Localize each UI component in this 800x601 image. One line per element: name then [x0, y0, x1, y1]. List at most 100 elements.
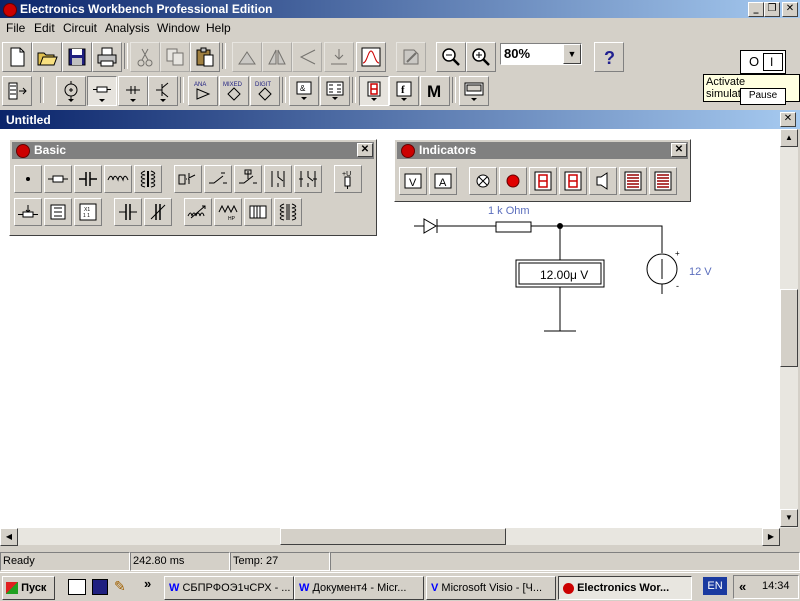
scroll-left-icon[interactable]: ◀ — [0, 528, 18, 546]
red-probe-icon[interactable] — [499, 167, 527, 195]
pull-up-resistor-icon[interactable]: +U — [334, 165, 362, 193]
ammeter-icon[interactable]: A — [429, 167, 457, 195]
open-icon[interactable] — [32, 42, 62, 72]
scroll-down-icon[interactable]: ▼ — [780, 509, 798, 527]
task-button-visio[interactable]: V Microsoft Visio - [Ч... — [426, 576, 556, 600]
seven-segment-display-icon[interactable] — [529, 167, 557, 195]
connector-node[interactable] — [557, 223, 563, 229]
analog-ics-icon[interactable]: ANA — [188, 76, 218, 106]
document-close-button[interactable]: ✕ — [780, 112, 796, 127]
paste-icon[interactable] — [190, 42, 220, 72]
graph-icon[interactable] — [356, 42, 386, 72]
basic-palette-close-button[interactable]: ✕ — [357, 143, 373, 157]
menu-analysis[interactable]: Analysis — [105, 21, 150, 35]
close-button[interactable]: ✕ — [782, 2, 798, 17]
coreless-coil-icon[interactable]: HP — [214, 198, 242, 226]
print-icon[interactable] — [92, 42, 122, 72]
indicators-palette-title-bar[interactable]: Indicators — [397, 142, 688, 159]
favorites-icon[interactable] — [2, 76, 32, 106]
copy-icon[interactable] — [160, 42, 190, 72]
digital-ics-icon[interactable]: DIGIT — [250, 76, 280, 106]
dc-voltage-source[interactable] — [646, 253, 678, 285]
switch-icon[interactable] — [204, 165, 232, 193]
show-desktop-icon[interactable] — [68, 579, 86, 595]
decoded-seven-segment-display-icon[interactable] — [559, 167, 587, 195]
quick-launch-more[interactable]: » — [144, 576, 151, 591]
horizontal-scrollbar[interactable]: ◀ ▶ — [0, 528, 780, 546]
resistor-pack-icon[interactable] — [44, 198, 72, 226]
chevron-down-icon[interactable]: ▼ — [563, 44, 581, 64]
voltage-controlled-analog-switch-icon[interactable]: X1 1 1 — [74, 198, 102, 226]
capacitor-icon[interactable] — [74, 165, 102, 193]
transistors-icon[interactable] — [148, 76, 178, 106]
help-icon[interactable]: ? — [594, 42, 624, 72]
component-properties-icon[interactable] — [396, 42, 426, 72]
scroll-up-icon[interactable]: ▲ — [780, 129, 798, 147]
flip-horizontal-icon[interactable] — [262, 42, 292, 72]
flip-vertical-icon[interactable] — [292, 42, 322, 72]
tray-expand-icon[interactable]: « — [739, 579, 746, 594]
connector-icon[interactable] — [14, 165, 42, 193]
buzzer-icon[interactable] — [589, 167, 617, 195]
diode[interactable] — [423, 218, 438, 234]
scroll-right-icon[interactable]: ▶ — [762, 528, 780, 546]
current-controlled-switch-icon[interactable] — [294, 165, 322, 193]
bulb-icon[interactable] — [469, 167, 497, 195]
restore-button[interactable]: ❐ — [764, 2, 780, 17]
menu-help[interactable]: Help — [206, 21, 231, 35]
controls-icon[interactable]: f — [389, 76, 419, 106]
start-button[interactable]: Пуск — [2, 576, 55, 600]
variable-inductor-icon[interactable] — [184, 198, 212, 226]
language-indicator[interactable]: EN — [703, 577, 727, 595]
miscellaneous-icon[interactable]: M — [420, 76, 450, 106]
relay-icon[interactable] — [174, 165, 202, 193]
resistor[interactable] — [495, 221, 532, 233]
app-icon[interactable] — [3, 3, 17, 17]
diodes-icon[interactable] — [118, 76, 148, 106]
subcircuit-icon[interactable] — [324, 42, 354, 72]
resistor-icon[interactable] — [44, 165, 72, 193]
new-icon[interactable] — [2, 42, 32, 72]
logic-gates-icon[interactable]: & — [289, 76, 319, 106]
digital-icon[interactable] — [320, 76, 350, 106]
menu-file[interactable]: File — [6, 21, 25, 35]
indicators-palette-close-button[interactable]: ✕ — [671, 143, 687, 157]
basic-palette-title-bar[interactable]: Basic — [12, 142, 374, 159]
task-button-workbench[interactable]: Electronics Wor... — [558, 576, 692, 600]
circuit-canvas[interactable]: 1 k Ohm 12.00μ V + - 12 V Basic ✕ +U X1 … — [0, 129, 780, 528]
vertical-scrollbar[interactable]: ▲ ▼ — [780, 129, 798, 528]
decoded-bargraph-display-icon[interactable] — [649, 167, 677, 195]
sources-icon[interactable] — [56, 76, 86, 106]
zoom-in-icon[interactable] — [466, 42, 496, 72]
cut-icon[interactable] — [130, 42, 160, 72]
zoom-out-icon[interactable] — [436, 42, 466, 72]
magnetic-core-icon[interactable] — [244, 198, 272, 226]
horizontal-scroll-thumb[interactable] — [280, 528, 506, 545]
voltage-controlled-switch-icon[interactable] — [264, 165, 292, 193]
basic-icon[interactable] — [87, 76, 117, 106]
instruments-icon[interactable] — [459, 76, 489, 106]
indicators-icon[interactable] — [359, 76, 389, 106]
pause-button[interactable]: Pause — [740, 88, 786, 105]
menu-window[interactable]: Window — [157, 21, 200, 35]
minimize-button[interactable]: _ — [748, 2, 764, 17]
nonlinear-transformer-icon[interactable] — [274, 198, 302, 226]
quick-launch-save-icon[interactable] — [92, 579, 108, 595]
task-button-word-2[interactable]: W Документ4 - Micr... — [294, 576, 424, 600]
ground-icon[interactable] — [544, 287, 576, 332]
simulation-switch[interactable]: O I — [740, 50, 786, 74]
potentiometer-icon[interactable] — [14, 198, 42, 226]
quick-launch-tool-icon[interactable]: ✎ — [114, 578, 130, 594]
task-button-word-1[interactable]: W СБПРФОЭ1чСРХ - ... — [164, 576, 294, 600]
polarized-capacitor-icon[interactable] — [114, 198, 142, 226]
variable-capacitor-icon[interactable] — [144, 198, 172, 226]
voltmeter-icon[interactable]: V — [399, 167, 427, 195]
save-icon[interactable] — [62, 42, 92, 72]
rotate-icon[interactable] — [232, 42, 262, 72]
menu-circuit[interactable]: Circuit — [63, 21, 97, 35]
switch-toggle[interactable]: I — [763, 53, 783, 71]
zoom-select[interactable]: 80% ▼ — [500, 43, 582, 65]
wire[interactable] — [531, 225, 663, 253]
bargraph-display-icon[interactable] — [619, 167, 647, 195]
time-delay-switch-icon[interactable] — [234, 165, 262, 193]
